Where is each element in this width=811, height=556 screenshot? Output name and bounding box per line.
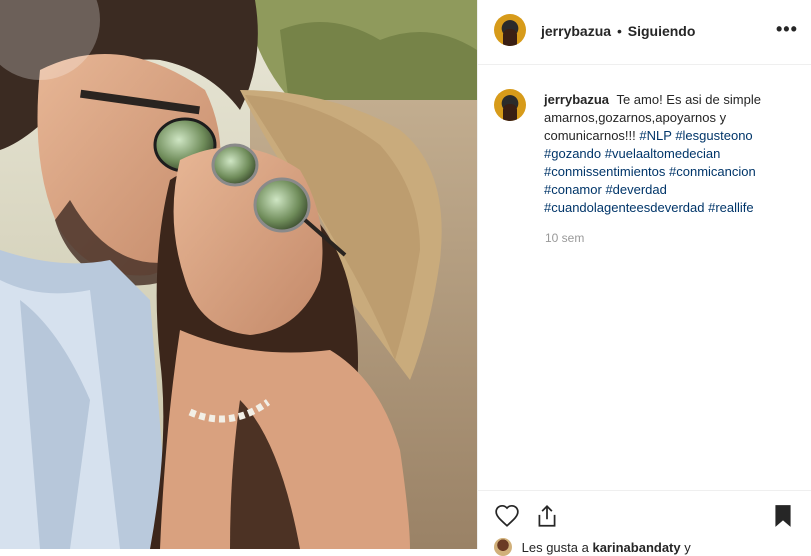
liker-username[interactable]: karinabandaty (592, 540, 680, 555)
hashtag[interactable]: #vuelaaltomedecian (605, 146, 721, 161)
more-horizontal-icon[interactable]: ••• (776, 20, 797, 40)
caption-avatar[interactable] (494, 89, 526, 121)
profile-avatar[interactable] (494, 14, 526, 46)
hashtag[interactable]: #deverdad (605, 182, 666, 197)
post-sidebar: jerrybazua • Siguiendo ••• jerrybazua Te… (477, 0, 811, 556)
caption-username[interactable]: jerrybazua (544, 92, 609, 107)
caption-text: jerrybazua Te amo! Es asi de simple amar… (544, 91, 798, 217)
bookmark-icon[interactable] (770, 503, 796, 529)
hashtag[interactable]: #lesgusteono (675, 128, 752, 143)
photo-illustration (0, 0, 477, 549)
hashtag[interactable]: #conamor (544, 182, 602, 197)
header-separator: • (616, 23, 622, 39)
header-username[interactable]: jerrybazua (541, 23, 611, 39)
header-info: jerrybazua • Siguiendo (541, 22, 695, 40)
share-icon[interactable] (534, 503, 560, 529)
likes-prefix: Les gusta a (521, 540, 589, 555)
hashtag[interactable]: #cuandolagenteesdeverdad (544, 200, 704, 215)
likes-summary: Les gusta a karinabandaty y (494, 538, 691, 556)
hashtag[interactable]: #reallife (708, 200, 754, 215)
heart-icon[interactable] (494, 503, 520, 529)
hashtag[interactable]: #conmissentimientos (544, 164, 665, 179)
hashtag[interactable]: #gozando (544, 146, 601, 161)
action-bar: Les gusta a karinabandaty y (478, 490, 811, 556)
liker-avatar[interactable] (494, 538, 512, 556)
comments-section: jerrybazua Te amo! Es asi de simple amar… (478, 65, 811, 490)
post-time[interactable]: 10 sem (545, 231, 584, 245)
hashtag[interactable]: #conmicancion (669, 164, 756, 179)
post-photo[interactable] (0, 0, 477, 549)
hashtag[interactable]: #NLP (639, 128, 671, 143)
likes-suffix: y (684, 540, 691, 555)
follow-status-button[interactable]: Siguiendo (628, 23, 696, 39)
post-header: jerrybazua • Siguiendo ••• (478, 0, 811, 65)
